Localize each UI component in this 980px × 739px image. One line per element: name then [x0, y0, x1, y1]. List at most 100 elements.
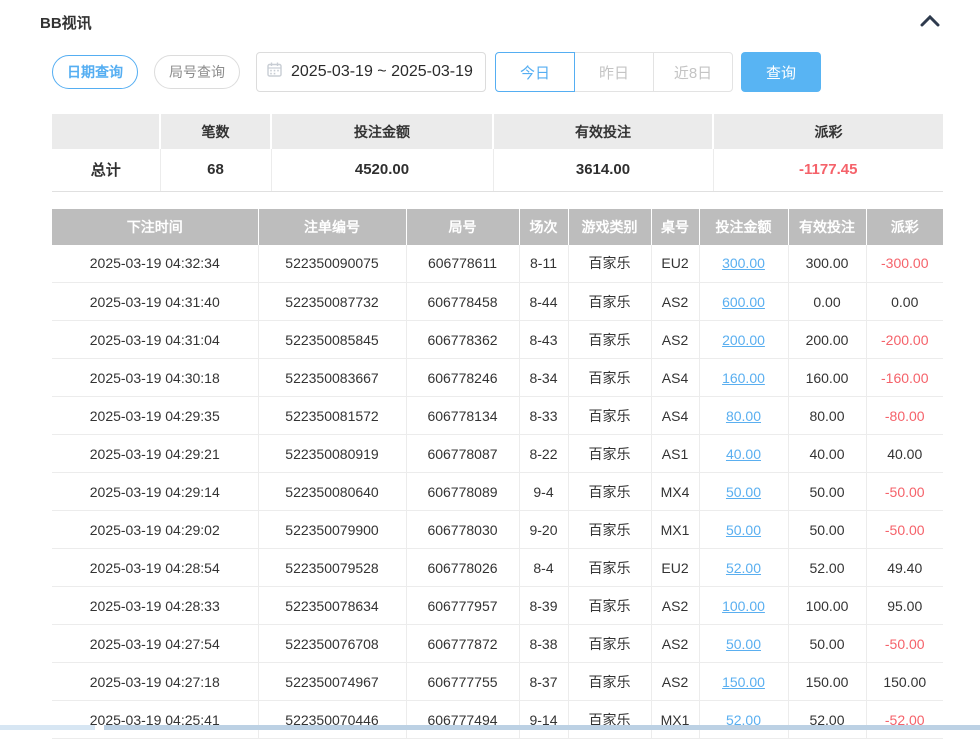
cell-valid-bet: 0.00 — [788, 283, 866, 321]
header-round-id: 局号 — [406, 209, 519, 245]
table-row: 2025-03-19 04:27:18 522350074967 6067777… — [52, 663, 943, 701]
header-session: 场次 — [519, 209, 568, 245]
cell-valid-bet: 50.00 — [788, 625, 866, 663]
cell-valid-bet: 160.00 — [788, 359, 866, 397]
cell-game-type: 百家乐 — [568, 359, 651, 397]
bet-amount-link[interactable]: 150.00 — [699, 663, 788, 701]
collapse-button[interactable] — [920, 12, 940, 32]
cell-table-no: EU2 — [651, 245, 699, 283]
cell-valid-bet: 100.00 — [788, 587, 866, 625]
bet-amount-link[interactable]: 52.00 — [699, 701, 788, 739]
summary-header-count: 笔数 — [160, 114, 271, 149]
bet-table-body: 2025-03-19 04:32:34 522350090075 6067786… — [52, 245, 943, 739]
cell-round-id: 606777872 — [406, 625, 519, 663]
summary-header-empty — [52, 114, 160, 149]
cell-valid-bet: 52.00 — [788, 701, 866, 739]
bet-amount-link[interactable]: 50.00 — [699, 473, 788, 511]
cell-bet-id: 522350080640 — [258, 473, 406, 511]
table-row: 2025-03-19 04:29:14 522350080640 6067780… — [52, 473, 943, 511]
cell-game-type: 百家乐 — [568, 283, 651, 321]
cell-session: 8-34 — [519, 359, 568, 397]
cell-round-id: 606778026 — [406, 549, 519, 587]
cell-round-id: 606778362 — [406, 321, 519, 359]
header-valid-bet: 有效投注 — [788, 209, 866, 245]
cell-bet-id: 522350080919 — [258, 435, 406, 473]
cell-session: 8-22 — [519, 435, 568, 473]
cell-bet-time: 2025-03-19 04:32:34 — [52, 245, 258, 283]
cell-bet-time: 2025-03-19 04:25:41 — [52, 701, 258, 739]
cell-round-id: 606778134 — [406, 397, 519, 435]
header-payout: 派彩 — [866, 209, 943, 245]
table-row: 2025-03-19 04:32:34 522350090075 6067786… — [52, 245, 943, 283]
cell-bet-time: 2025-03-19 04:29:35 — [52, 397, 258, 435]
cell-game-type: 百家乐 — [568, 245, 651, 283]
bet-amount-link[interactable]: 100.00 — [699, 587, 788, 625]
cell-game-type: 百家乐 — [568, 625, 651, 663]
cell-round-id: 606778087 — [406, 435, 519, 473]
quick-range-today[interactable]: 今日 — [495, 52, 575, 92]
cell-game-type: 百家乐 — [568, 549, 651, 587]
bet-amount-link[interactable]: 52.00 — [699, 549, 788, 587]
cell-bet-time: 2025-03-19 04:28:33 — [52, 587, 258, 625]
quick-range-yesterday[interactable]: 昨日 — [574, 52, 654, 92]
summary-table: 笔数 投注金额 有效投注 派彩 总计 68 4520.00 3614.00 -1… — [52, 114, 943, 192]
cell-bet-id: 522350090075 — [258, 245, 406, 283]
bet-amount-link[interactable]: 80.00 — [699, 397, 788, 435]
scrollbar-track[interactable] — [0, 725, 95, 730]
cell-table-no: EU2 — [651, 549, 699, 587]
cell-payout: 49.40 — [866, 549, 943, 587]
bet-amount-link[interactable]: 50.00 — [699, 511, 788, 549]
bet-amount-link[interactable]: 40.00 — [699, 435, 788, 473]
cell-payout: -80.00 — [866, 397, 943, 435]
cell-round-id: 606778246 — [406, 359, 519, 397]
cell-session: 8-39 — [519, 587, 568, 625]
cell-session: 9-20 — [519, 511, 568, 549]
cell-game-type: 百家乐 — [568, 397, 651, 435]
bet-amount-link[interactable]: 200.00 — [699, 321, 788, 359]
date-range-input[interactable]: 2025-03-19 ~ 2025-03-19 — [256, 52, 486, 92]
bet-amount-link[interactable]: 600.00 — [699, 283, 788, 321]
table-row: 2025-03-19 04:28:54 522350079528 6067780… — [52, 549, 943, 587]
cell-bet-id: 522350078634 — [258, 587, 406, 625]
bet-records-table: 下注时间 注单编号 局号 场次 游戏类别 桌号 投注金额 有效投注 派彩 202… — [52, 209, 943, 739]
bet-amount-link[interactable]: 160.00 — [699, 359, 788, 397]
cell-payout: -200.00 — [866, 321, 943, 359]
summary-total-row: 总计 68 4520.00 3614.00 -1177.45 — [52, 149, 943, 191]
header-table-no: 桌号 — [651, 209, 699, 245]
cell-valid-bet: 40.00 — [788, 435, 866, 473]
cell-session: 9-14 — [519, 701, 568, 739]
cell-payout: -52.00 — [866, 701, 943, 739]
table-row: 2025-03-19 04:29:21 522350080919 6067780… — [52, 435, 943, 473]
tab-date-query-label: 日期查询 — [67, 62, 123, 82]
cell-table-no: AS1 — [651, 435, 699, 473]
cell-bet-id: 522350074967 — [258, 663, 406, 701]
quick-range-last8days[interactable]: 近8日 — [653, 52, 733, 92]
cell-table-no: AS2 — [651, 625, 699, 663]
cell-game-type: 百家乐 — [568, 321, 651, 359]
cell-bet-time: 2025-03-19 04:27:18 — [52, 663, 258, 701]
cell-valid-bet: 150.00 — [788, 663, 866, 701]
cell-session: 8-38 — [519, 625, 568, 663]
cell-bet-time: 2025-03-19 04:29:14 — [52, 473, 258, 511]
table-row: 2025-03-19 04:31:40 522350087732 6067784… — [52, 283, 943, 321]
table-row: 2025-03-19 04:29:35 522350081572 6067781… — [52, 397, 943, 435]
cell-bet-id: 522350079900 — [258, 511, 406, 549]
summary-total-count: 68 — [160, 149, 271, 191]
bet-amount-link[interactable]: 50.00 — [699, 625, 788, 663]
search-button[interactable]: 查询 — [741, 52, 821, 92]
page-title: BB视讯 — [40, 12, 92, 33]
summary-header-valid-bet: 有效投注 — [493, 114, 713, 149]
bet-amount-link[interactable]: 300.00 — [699, 245, 788, 283]
tab-date-query[interactable]: 日期查询 — [52, 55, 138, 89]
cell-table-no: MX4 — [651, 473, 699, 511]
tab-round-query[interactable]: 局号查询 — [154, 55, 240, 89]
scrollbar-thumb[interactable] — [104, 725, 980, 730]
cell-bet-time: 2025-03-19 04:31:04 — [52, 321, 258, 359]
cell-bet-id: 522350076708 — [258, 625, 406, 663]
summary-total-label: 总计 — [52, 149, 160, 191]
cell-payout: -160.00 — [866, 359, 943, 397]
horizontal-scrollbar[interactable] — [0, 725, 980, 730]
tab-round-query-label: 局号查询 — [169, 62, 225, 82]
cell-session: 8-33 — [519, 397, 568, 435]
cell-table-no: MX1 — [651, 511, 699, 549]
